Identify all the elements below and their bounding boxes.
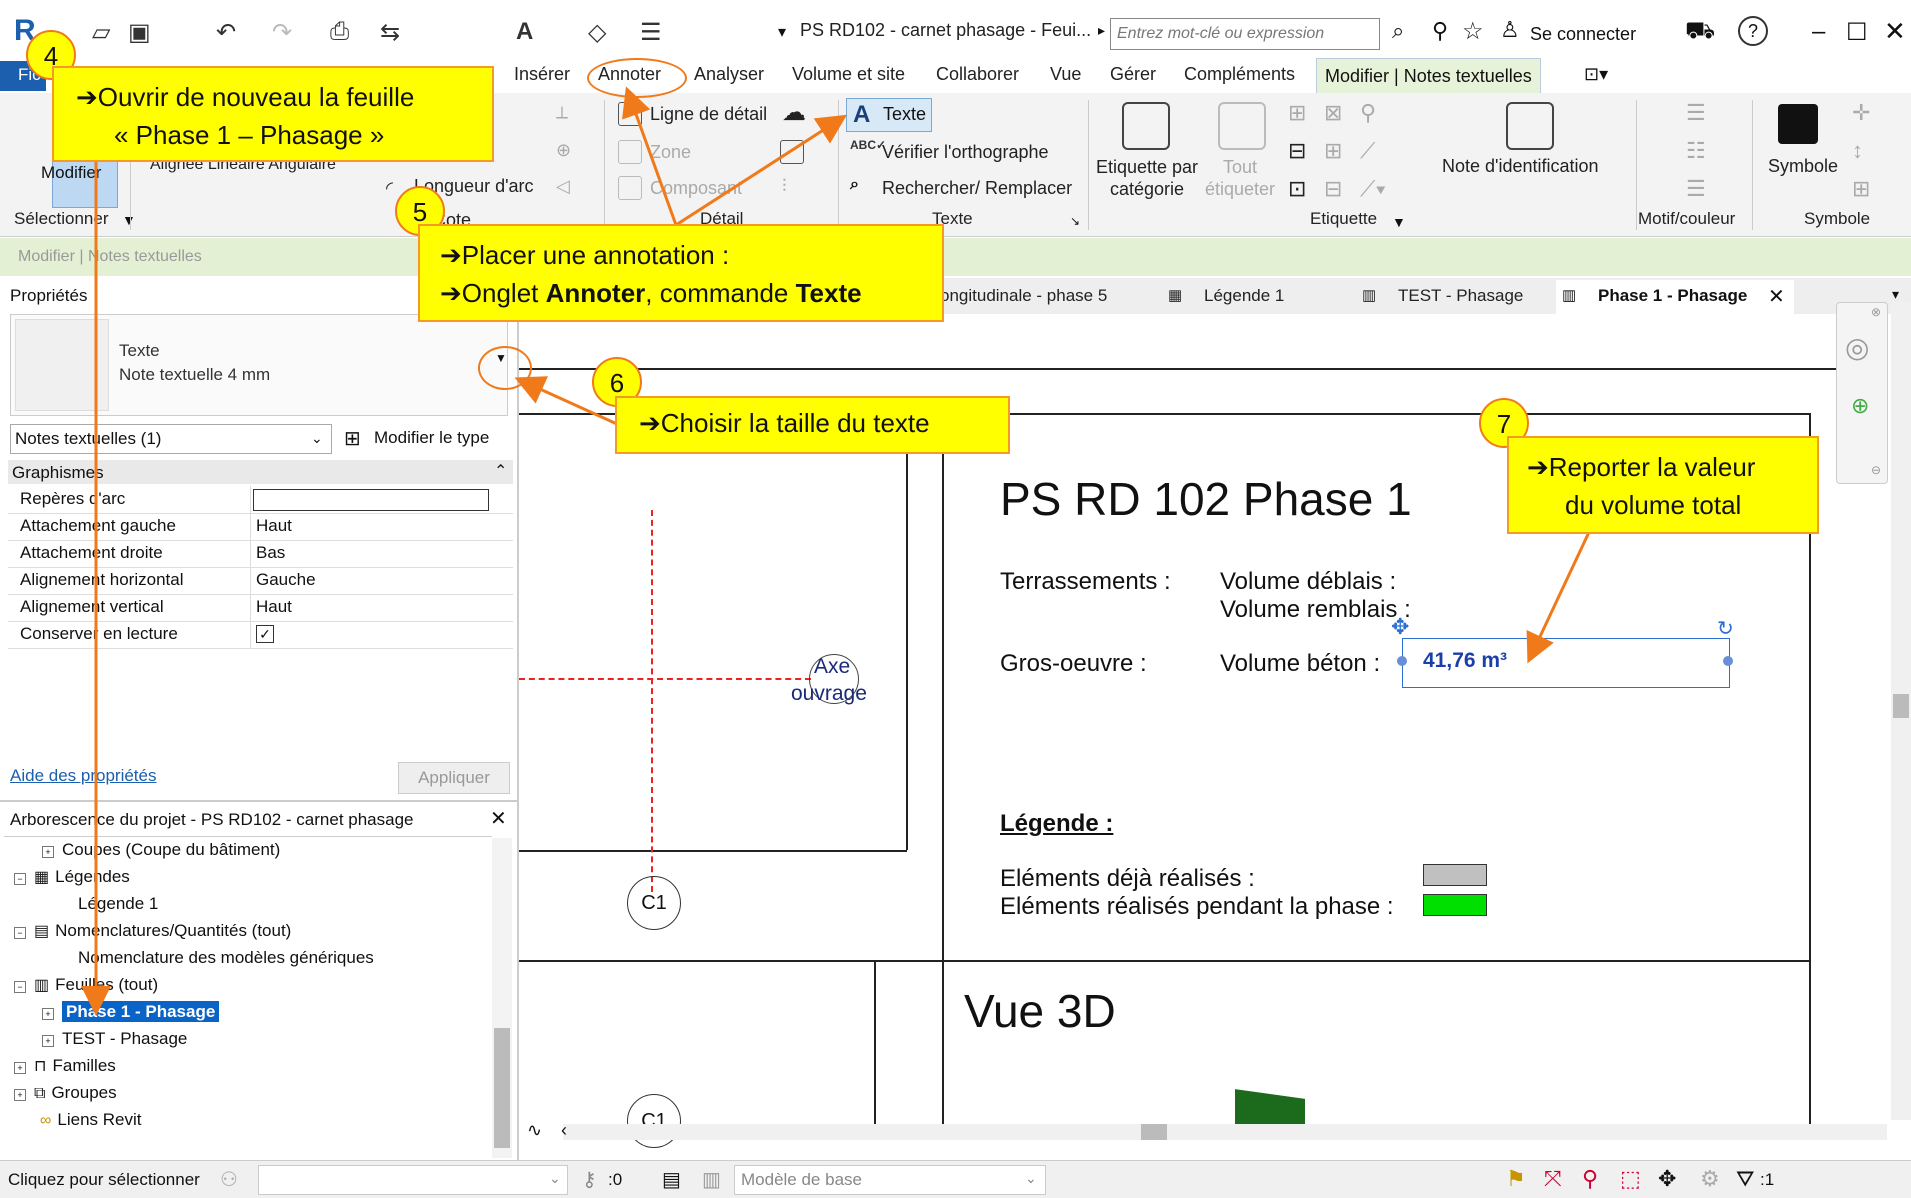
highlight-annotate-tab [587,58,687,98]
callout-text-bold: Texte [795,278,862,308]
callout-text: ➔Choisir la taille du texte [639,408,930,438]
step-6-callout: ➔Choisir la taille du texte [615,396,1010,454]
callout-text: ➔Ouvrir de nouveau la feuille [76,82,415,112]
arrow-to-text-command [675,114,848,227]
highlight-type-dropdown [478,346,532,390]
callout-text-bold: Annoter [545,278,646,308]
step-5-callout: ➔Placer une annotation : ➔Onglet Annoter… [418,224,944,322]
callout-text: ➔Onglet [440,278,546,308]
annotation-arrows [81,86,1592,1016]
callout-text: « Phase 1 – Phasage » [114,120,385,150]
callout-text: du volume total [1565,490,1742,520]
arrow-to-annotate-tab [622,86,678,226]
step-4-callout: ➔Ouvrir de nouveau la feuille « Phase 1 … [52,66,494,162]
callout-text: ➔Reporter la valeur [1527,452,1756,482]
step-7-callout: ➔Reporter la valeur du volume total [1507,436,1819,534]
callout-text: ➔Placer une annotation : [440,240,730,270]
callout-text-line: ➔Onglet Annoter, commande Texte [440,274,942,312]
arrow-to-text-note [1526,529,1592,664]
callout-text: , commande [645,278,796,308]
